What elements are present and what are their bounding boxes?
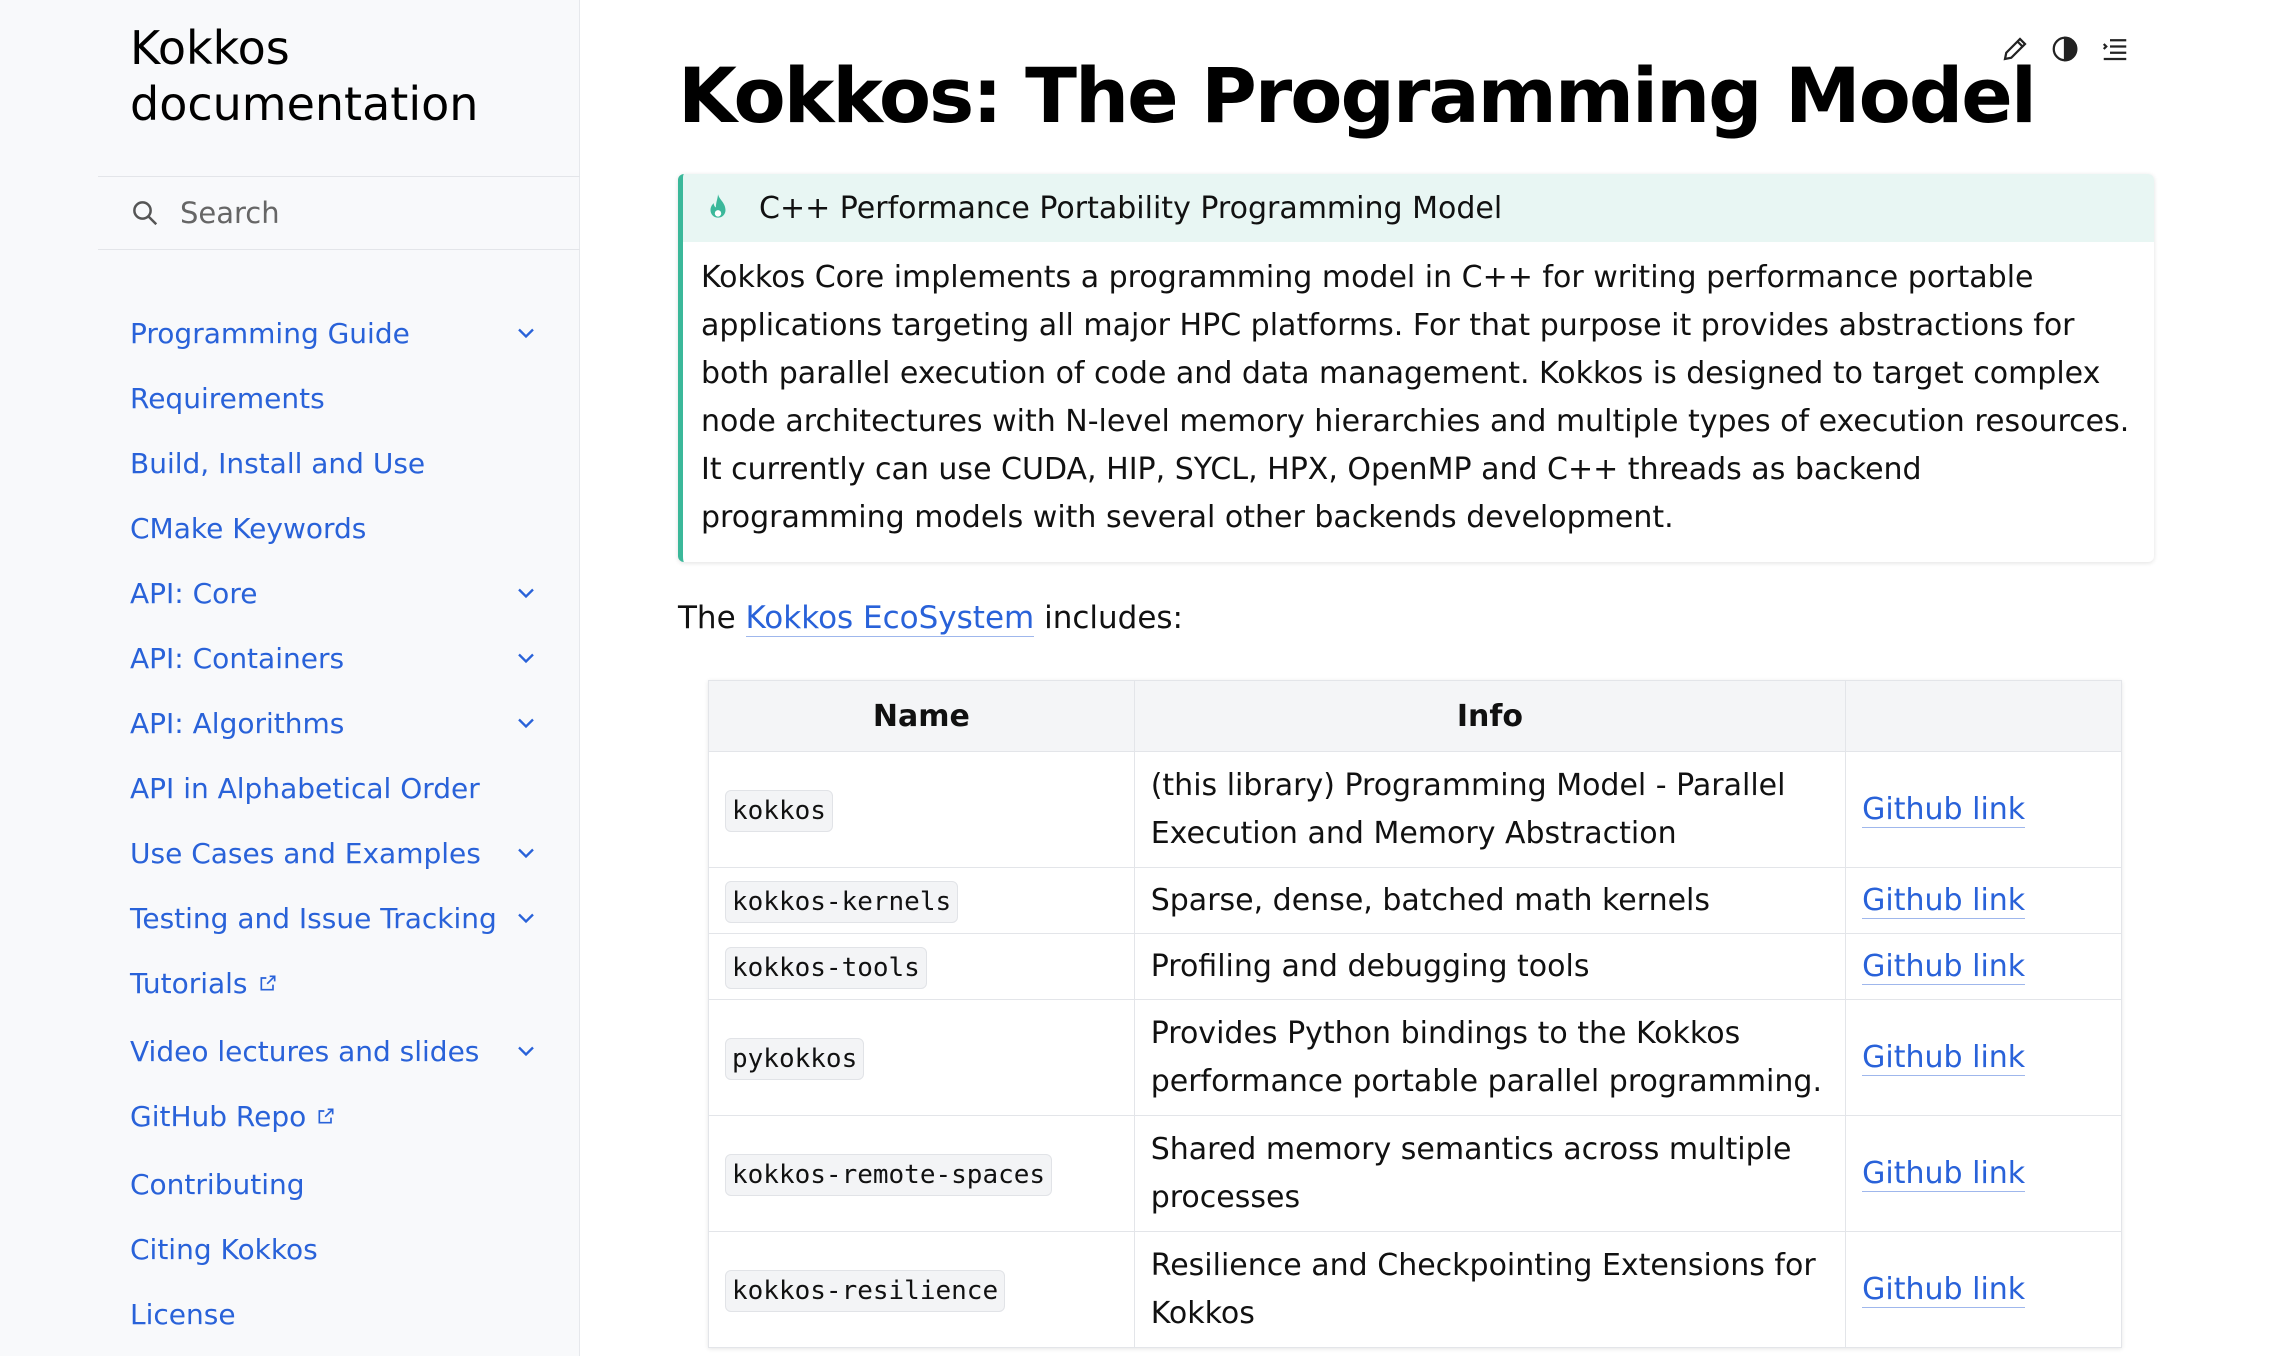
package-info: Profiling and debugging tools	[1133, 933, 1847, 1000]
sidebar-item-label: Testing and Issue Tracking	[130, 901, 497, 935]
table-row: kokkos-resilience Resilience and Checkpo…	[708, 1231, 2122, 1348]
sidebar-item-label: Video lectures and slides	[130, 1034, 480, 1068]
ecosystem-link[interactable]: Kokkos EcoSystem	[745, 600, 1035, 637]
sidebar-item-label: Contributing	[130, 1167, 305, 1201]
sidebar: Kokkos documentation Programming Guide R…	[0, 0, 580, 1356]
package-info: Resilience and Checkpointing Extensions …	[1133, 1231, 1847, 1348]
sidebar-item-label: License	[130, 1297, 236, 1331]
table-row: kokkos (this library) Programming Model …	[708, 751, 2122, 868]
ecosystem-table: Name Info kokkos (this library) Programm…	[708, 680, 2122, 1348]
admonition-title: C++ Performance Portability Programming …	[759, 190, 1503, 226]
column-header-info: Info	[1133, 680, 1847, 752]
github-link[interactable]: Github link	[1862, 1039, 2026, 1076]
sidebar-item-use-cases[interactable]: Use Cases and Examples	[130, 831, 560, 875]
sidebar-item-requirements[interactable]: Requirements	[130, 376, 560, 420]
sidebar-item-api-algorithms[interactable]: API: Algorithms	[130, 701, 560, 745]
github-link[interactable]: Github link	[1862, 791, 2026, 828]
search-icon	[133, 201, 158, 226]
chevron-down-icon[interactable]	[512, 1037, 540, 1065]
external-link-icon	[318, 1108, 334, 1124]
sidebar-item-license[interactable]: License	[130, 1292, 560, 1336]
intro-suffix: includes:	[1044, 600, 1184, 636]
sidebar-item-text: Tutorials	[130, 966, 248, 1000]
toc-icon[interactable]	[2100, 34, 2130, 64]
sidebar-item-label: Citing Kokkos	[130, 1232, 318, 1266]
brand-title[interactable]: Kokkos documentation	[130, 20, 550, 132]
table-row: kokkos-kernels Sparse, dense, batched ma…	[708, 867, 2122, 934]
package-info: (this library) Programming Model - Paral…	[1133, 751, 1847, 868]
sidebar-item-github-repo[interactable]: GitHub Repo	[130, 1094, 560, 1138]
chevron-down-icon[interactable]	[512, 904, 540, 932]
theme-toggle-icon[interactable]	[2050, 34, 2080, 64]
intro-prefix: The	[678, 600, 736, 636]
package-info: Shared memory semantics across multiple …	[1133, 1115, 1847, 1232]
sidebar-item-text: GitHub Repo	[130, 1099, 307, 1133]
page-title: Kokkos: The Programming Model	[678, 51, 2037, 140]
package-info: Provides Python bindings to the Kokkos p…	[1133, 999, 1847, 1116]
sidebar-item-label: Tutorials	[130, 967, 278, 1000]
table-row: kokkos-tools Profiling and debugging too…	[708, 933, 2122, 1000]
ecosystem-intro: The Kokkos EcoSystem includes:	[678, 594, 1183, 642]
chevron-down-icon[interactable]	[512, 579, 540, 607]
docs-page: Kokkos documentation Programming Guide R…	[0, 0, 2272, 1356]
column-header-name: Name	[708, 680, 1135, 752]
package-name: kokkos-remote-spaces	[725, 1153, 1053, 1196]
admonition-box: C++ Performance Portability Programming …	[678, 174, 2154, 562]
chevron-down-icon[interactable]	[512, 644, 540, 672]
package-info: Sparse, dense, batched math kernels	[1133, 867, 1847, 934]
package-name: pykokkos	[725, 1037, 865, 1080]
sidebar-item-cmake-keywords[interactable]: CMake Keywords	[130, 506, 560, 550]
github-link[interactable]: Github link	[1862, 1155, 2026, 1192]
sidebar-item-label: CMake Keywords	[130, 511, 367, 545]
sidebar-item-testing[interactable]: Testing and Issue Tracking	[130, 896, 560, 940]
sidebar-item-api-core[interactable]: API: Core	[130, 571, 560, 615]
sidebar-item-label: Use Cases and Examples	[130, 836, 481, 870]
admonition-header: C++ Performance Portability Programming …	[683, 174, 2154, 242]
chevron-down-icon[interactable]	[512, 709, 540, 737]
sidebar-item-tutorials[interactable]: Tutorials	[130, 961, 560, 1005]
sidebar-item-label: Build, Install and Use	[130, 446, 426, 480]
sidebar-item-label: API in Alphabetical Order	[130, 771, 480, 805]
admonition-body: Kokkos Core implements a programming mod…	[701, 260, 2130, 535]
sidebar-item-build-install[interactable]: Build, Install and Use	[130, 441, 560, 485]
table-header-row: Name Info	[708, 680, 2122, 752]
package-name: kokkos-kernels	[725, 880, 959, 923]
sidebar-item-api-alphabetical[interactable]: API in Alphabetical Order	[130, 766, 560, 810]
sidebar-item-contributing[interactable]: Contributing	[130, 1162, 560, 1206]
sidebar-item-citing[interactable]: Citing Kokkos	[130, 1227, 560, 1271]
github-link[interactable]: Github link	[1862, 1271, 2026, 1308]
chevron-down-icon[interactable]	[512, 839, 540, 867]
external-link-icon	[260, 975, 276, 991]
search-box[interactable]	[98, 176, 580, 250]
sidebar-item-label: GitHub Repo	[130, 1100, 336, 1133]
chevron-down-icon[interactable]	[512, 319, 540, 347]
sidebar-item-video-lectures[interactable]: Video lectures and slides	[130, 1029, 560, 1073]
table-row: kokkos-remote-spaces Shared memory seman…	[708, 1115, 2122, 1232]
github-link[interactable]: Github link	[1862, 948, 2026, 985]
table-row: pykokkos Provides Python bindings to the…	[708, 999, 2122, 1116]
column-header-link	[1845, 680, 2122, 752]
sidebar-item-label: API: Algorithms	[130, 706, 345, 740]
package-name: kokkos-resilience	[725, 1269, 1006, 1312]
github-link[interactable]: Github link	[1862, 882, 2026, 919]
sidebar-item-label: API: Containers	[130, 641, 345, 675]
flame-icon	[710, 194, 726, 218]
search-input[interactable]	[178, 195, 562, 231]
sidebar-item-api-containers[interactable]: API: Containers	[130, 636, 560, 680]
sidebar-item-label: API: Core	[130, 576, 258, 610]
sidebar-item-label: Programming Guide	[130, 316, 410, 350]
sidebar-item-label: Requirements	[130, 381, 325, 415]
package-name: kokkos-tools	[725, 946, 927, 989]
sidebar-item-programming-guide[interactable]: Programming Guide	[130, 311, 560, 355]
package-name: kokkos	[725, 789, 833, 832]
